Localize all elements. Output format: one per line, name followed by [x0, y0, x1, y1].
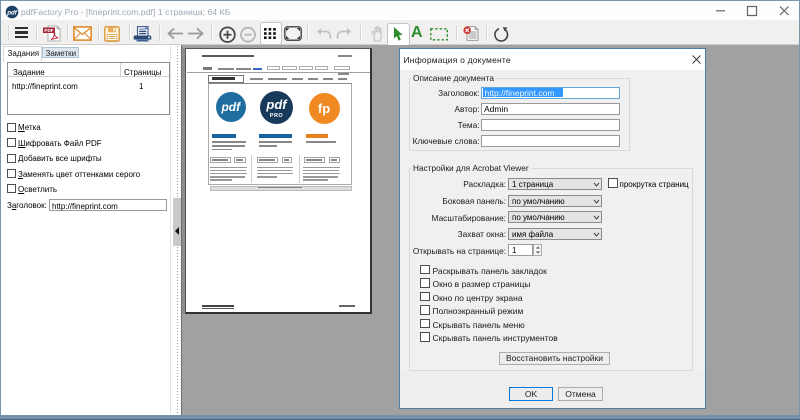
svg-text:pdf: pdf [6, 9, 18, 16]
svg-text:PDF: PDF [44, 28, 53, 33]
